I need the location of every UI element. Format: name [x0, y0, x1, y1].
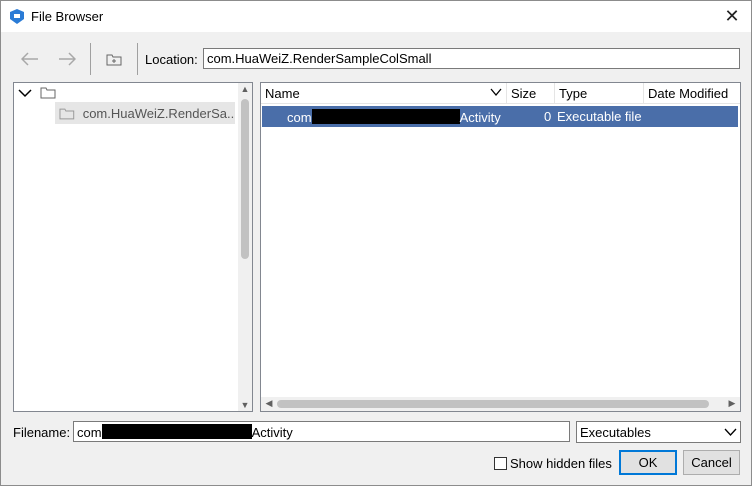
- arrow-right-icon: [59, 52, 76, 66]
- chevron-down-icon: [490, 88, 502, 97]
- tree-item[interactable]: com.HuaWeiZ.RenderSa...: [55, 102, 235, 124]
- arrow-left-icon: [21, 52, 38, 66]
- location-input[interactable]: com.HuaWeiZ.RenderSampleColSmall: [203, 48, 740, 69]
- close-icon[interactable]: ✕: [717, 1, 747, 31]
- folder-icon: [40, 87, 56, 99]
- back-button[interactable]: [15, 45, 45, 73]
- scroll-up-icon[interactable]: ▲: [238, 84, 252, 94]
- file-type-select[interactable]: Executables: [576, 421, 741, 443]
- list-horizontal-scrollbar[interactable]: ◀ ▶: [261, 397, 740, 411]
- show-hidden-label: Show hidden files: [510, 456, 612, 471]
- scroll-left-icon[interactable]: ◀: [262, 398, 276, 409]
- forward-button[interactable]: [52, 45, 82, 73]
- toolbar-separator: [137, 43, 138, 75]
- scroll-thumb[interactable]: [241, 99, 249, 259]
- file-size-cell: 0: [544, 109, 552, 124]
- filename-input[interactable]: com Activity: [73, 421, 570, 442]
- file-name-cell: com Activity: [287, 109, 501, 125]
- column-size[interactable]: Size: [507, 83, 555, 104]
- redaction-bar: [311, 109, 460, 124]
- table-row[interactable]: com Activity 0 Executable file: [262, 106, 738, 127]
- app-logo-icon: [10, 9, 24, 24]
- ok-button[interactable]: OK: [619, 450, 677, 475]
- location-label: Location:: [145, 52, 198, 67]
- title-bar: File Browser ✕: [1, 1, 751, 32]
- column-type[interactable]: Type: [555, 83, 644, 104]
- toolbar: Location: com.HuaWeiZ.RenderSampleColSma…: [1, 39, 751, 79]
- folder-icon: [59, 108, 75, 119]
- redaction-bar: [101, 424, 252, 439]
- scroll-down-icon[interactable]: ▼: [238, 400, 252, 410]
- column-date-modified[interactable]: Date Modified: [644, 83, 740, 104]
- chevron-down-icon[interactable]: [18, 88, 32, 98]
- filename-label: Filename:: [13, 425, 71, 440]
- tree-vertical-scrollbar[interactable]: ▲ ▼: [238, 83, 252, 411]
- new-folder-button[interactable]: [99, 45, 129, 73]
- scroll-thumb[interactable]: [277, 400, 709, 408]
- list-header: Name Size Type Date Modified: [261, 83, 740, 104]
- scroll-right-icon[interactable]: ▶: [725, 398, 739, 409]
- show-hidden-checkbox[interactable]: [494, 457, 507, 470]
- file-type-cell: Executable file: [557, 109, 642, 124]
- show-hidden-toggle[interactable]: Show hidden files: [494, 456, 612, 471]
- file-browser-dialog: File Browser ✕ Location: com.HuaWeiZ.Ren…: [0, 0, 752, 486]
- tree-item-label: com.HuaWeiZ.RenderSa...: [82, 105, 235, 121]
- chevron-down-icon: [724, 428, 737, 436]
- folder-icon: [106, 54, 122, 66]
- toolbar-separator: [90, 43, 91, 75]
- window-title: File Browser: [31, 9, 104, 24]
- column-name[interactable]: Name: [261, 83, 507, 104]
- cancel-button[interactable]: Cancel: [683, 450, 740, 475]
- file-list[interactable]: Name Size Type Date Modified com Activity…: [260, 82, 741, 412]
- tree-root[interactable]: [18, 86, 56, 99]
- folder-tree[interactable]: com.HuaWeiZ.RenderSa... ▲ ▼: [13, 82, 253, 412]
